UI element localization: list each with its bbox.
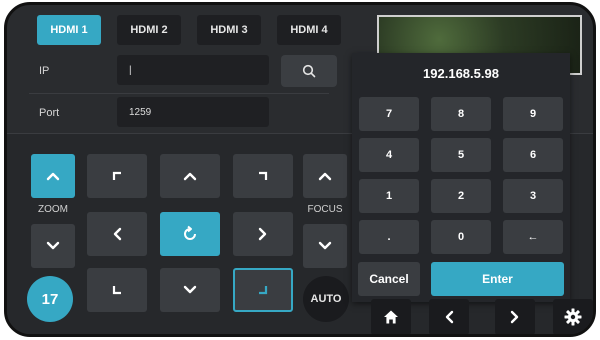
hdmi-tabs: HDMI 1 HDMI 2 HDMI 3 HDMI 4 — [37, 15, 341, 45]
chevron-up-icon — [318, 172, 332, 181]
pan-up-right-button[interactable] — [233, 154, 293, 198]
chevron-left-icon — [445, 310, 454, 324]
key-9[interactable]: 9 — [503, 97, 563, 131]
chevron-up-icon — [46, 172, 60, 181]
pan-right-button[interactable] — [233, 212, 293, 256]
key-7[interactable]: 7 — [359, 97, 419, 131]
port-field[interactable]: 1259 — [117, 97, 269, 127]
key-5[interactable]: 5 — [431, 138, 491, 172]
pan-down-button[interactable] — [160, 268, 220, 312]
keypad-display: 192.168.5.98 — [423, 65, 499, 81]
zoom-out-button[interactable] — [31, 224, 75, 268]
back-button[interactable] — [429, 299, 469, 334]
chevron-down-icon — [183, 285, 197, 294]
tab-hdmi-1[interactable]: HDMI 1 — [37, 15, 101, 45]
ip-field[interactable]: | — [117, 55, 269, 85]
ip-label: IP — [39, 65, 50, 77]
camera-control-panel: HDMI 1 HDMI 2 HDMI 3 HDMI 4 IP | Port 12… — [4, 2, 596, 337]
refresh-icon — [184, 225, 196, 240]
preset-badge[interactable]: 17 — [27, 276, 73, 322]
corner-down-right-icon — [259, 286, 268, 295]
auto-focus-button[interactable]: AUTO — [303, 276, 349, 322]
key-1[interactable]: 1 — [359, 179, 419, 213]
zoom-label: ZOOM — [38, 204, 68, 215]
key-8[interactable]: 8 — [431, 97, 491, 131]
pan-left-button[interactable] — [87, 212, 147, 256]
key-4[interactable]: 4 — [359, 138, 419, 172]
pan-down-left-button[interactable] — [87, 268, 147, 312]
corner-up-left-icon — [112, 171, 121, 180]
tab-hdmi-2[interactable]: HDMI 2 — [117, 15, 181, 45]
focus-near-button[interactable] — [303, 154, 347, 198]
pan-down-right-button[interactable] — [233, 268, 293, 312]
focus-far-button[interactable] — [303, 224, 347, 268]
search-icon — [302, 64, 316, 78]
settings-button[interactable] — [553, 299, 593, 334]
corner-up-right-icon — [259, 171, 268, 180]
chevron-down-icon — [46, 241, 60, 250]
home-icon — [384, 310, 398, 324]
key-0[interactable]: 0 — [431, 220, 491, 254]
reset-position-button[interactable] — [160, 212, 220, 256]
pan-up-left-button[interactable] — [87, 154, 147, 198]
chevron-left-icon — [113, 227, 122, 241]
home-button[interactable] — [371, 299, 411, 334]
key-2[interactable]: 2 — [431, 179, 491, 213]
pan-up-button[interactable] — [160, 154, 220, 198]
chevron-down-icon — [318, 241, 332, 250]
corner-down-left-icon — [112, 286, 121, 295]
focus-label: FOCUS — [307, 204, 343, 215]
numeric-keypad: 192.168.5.98 7 8 9 4 5 6 1 2 3 . 0 ← Can… — [352, 53, 570, 302]
enter-button[interactable]: Enter — [431, 262, 564, 296]
key-dot[interactable]: . — [359, 220, 419, 254]
key-backspace[interactable]: ← — [503, 220, 563, 254]
gear-icon — [564, 308, 582, 326]
tab-hdmi-4[interactable]: HDMI 4 — [277, 15, 341, 45]
cancel-button[interactable]: Cancel — [358, 262, 420, 296]
divider — [29, 93, 329, 94]
port-label: Port — [39, 107, 60, 119]
zoom-in-button[interactable] — [31, 154, 75, 198]
tab-hdmi-3[interactable]: HDMI 3 — [197, 15, 261, 45]
chevron-up-icon — [183, 172, 197, 181]
chevron-right-icon — [258, 227, 267, 241]
search-button[interactable] — [281, 55, 337, 87]
key-3[interactable]: 3 — [503, 179, 563, 213]
forward-button[interactable] — [495, 299, 535, 334]
key-6[interactable]: 6 — [503, 138, 563, 172]
chevron-right-icon — [510, 310, 519, 324]
